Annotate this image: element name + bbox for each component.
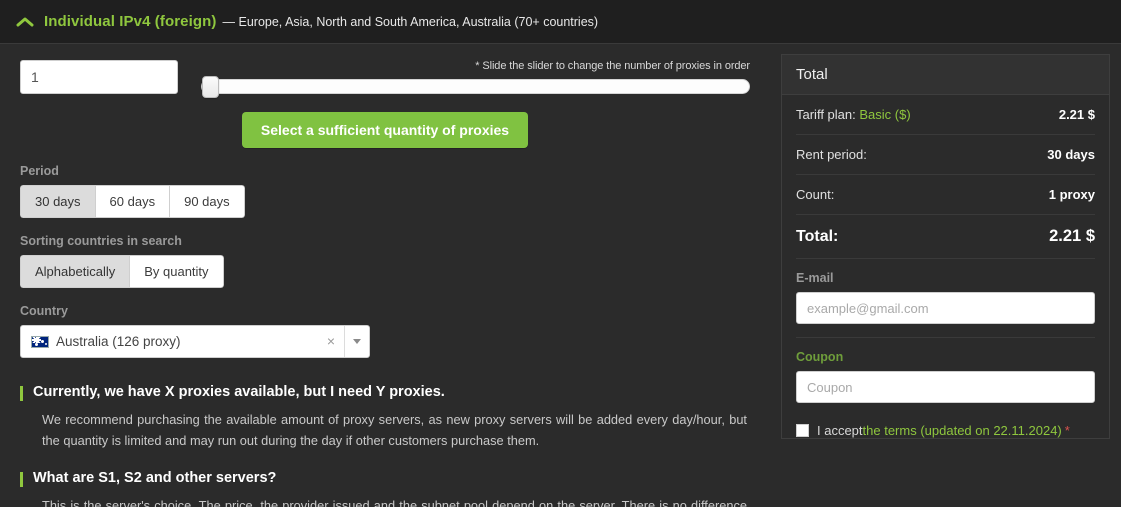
faq-answer: This is the server's choice. The price, … <box>42 498 747 507</box>
terms-prefix-text: I accept <box>817 423 863 438</box>
page-subtitle: — Europe, Asia, North and South America,… <box>222 14 599 29</box>
country-selected-value: Australia (126 proxy) <box>56 334 181 349</box>
slider-hint-text: * Slide the slider to change the number … <box>475 60 750 72</box>
rent-period-value: 30 days <box>1047 147 1095 162</box>
coupon-label: Coupon <box>796 350 844 364</box>
terms-row: I accept the terms (updated on 22.11.202… <box>796 423 1095 438</box>
terms-link[interactable]: the terms (updated on 22.11.2024) <box>863 423 1062 438</box>
sorting-section: Sorting countries in search Alphabetical… <box>0 234 770 288</box>
cta-row: Select a sufficient quantity of proxies <box>0 112 770 148</box>
tariff-plan-value-accent: Basic ($) <box>859 107 911 122</box>
order-form-column: * Slide the slider to change the number … <box>0 44 770 507</box>
country-select[interactable]: Australia (126 proxy) × <box>20 325 370 358</box>
slider-column: * Slide the slider to change the number … <box>201 60 750 98</box>
country-dropdown-caret-icon[interactable] <box>344 326 369 357</box>
total-value: 2.21 $ <box>1049 227 1095 245</box>
tariff-plan-label: Tariff plan: Basic ($) <box>796 107 911 122</box>
accept-terms-checkbox[interactable] <box>796 424 809 437</box>
product-header-bar[interactable]: Individual IPv4 (foreign) — Europe, Asia… <box>0 0 1121 44</box>
period-label: Period <box>20 164 59 178</box>
total-panel: Total Tariff plan: Basic ($) 2.21 $ Rent… <box>781 54 1110 439</box>
email-label: E-mail <box>796 271 834 285</box>
total-panel-title: Total <box>782 55 1109 95</box>
sorting-option-alphabetically[interactable]: Alphabetically <box>20 255 131 288</box>
total-panel-body: Tariff plan: Basic ($) 2.21 $ Rent perio… <box>782 95 1109 438</box>
total-label: Total: <box>796 227 839 245</box>
faq-question: Currently, we have X proxies available, … <box>20 384 750 401</box>
total-row: Total: 2.21 $ <box>796 215 1095 259</box>
rent-period-label: Rent period: <box>796 147 867 162</box>
order-page: Individual IPv4 (foreign) — Europe, Asia… <box>0 0 1121 507</box>
country-section: Country Australia (126 proxy) × <box>0 304 770 358</box>
tariff-plan-row: Tariff plan: Basic ($) 2.21 $ <box>796 95 1095 135</box>
period-option-30-days[interactable]: 30 days <box>20 185 96 218</box>
period-toggle-group[interactable]: 30 days 60 days 90 days <box>20 185 245 218</box>
count-row: Count: 1 proxy <box>796 175 1095 215</box>
faq-answer: We recommend purchasing the available am… <box>42 412 747 448</box>
divider <box>796 337 1095 338</box>
tariff-plan-price: 2.21 $ <box>1058 107 1095 122</box>
period-option-60-days[interactable]: 60 days <box>94 185 171 218</box>
quantity-slider[interactable] <box>201 76 750 98</box>
flag-australia-icon <box>31 335 49 348</box>
email-input[interactable] <box>796 292 1095 324</box>
page-title: Individual IPv4 (foreign) <box>44 13 217 30</box>
total-column: Total Tariff plan: Basic ($) 2.21 $ Rent… <box>770 44 1121 507</box>
sorting-label: Sorting countries in search <box>20 234 182 248</box>
faq-question: What are S1, S2 and other servers? <box>20 470 750 487</box>
country-label: Country <box>20 304 68 318</box>
slider-handle[interactable] <box>202 76 219 98</box>
rent-period-row: Rent period: 30 days <box>796 135 1095 175</box>
tariff-plan-label-text: Tariff plan: <box>796 107 856 122</box>
period-option-90-days[interactable]: 90 days <box>169 185 245 218</box>
chevron-up-icon[interactable] <box>14 11 36 33</box>
quantity-input[interactable] <box>20 60 178 94</box>
sorting-toggle-group[interactable]: Alphabetically By quantity <box>20 255 224 288</box>
count-label: Count: <box>796 187 835 202</box>
sorting-option-by-quantity[interactable]: By quantity <box>129 255 224 288</box>
coupon-input[interactable] <box>796 371 1095 403</box>
faq-item: What are S1, S2 and other servers? This … <box>20 470 750 507</box>
faq-item: Currently, we have X proxies available, … <box>20 384 750 451</box>
count-value: 1 proxy <box>1048 187 1095 202</box>
required-mark: * <box>1064 423 1070 438</box>
page-body: * Slide the slider to change the number … <box>0 44 1121 507</box>
clear-country-icon[interactable]: × <box>318 326 344 357</box>
faq-section: Currently, we have X proxies available, … <box>0 384 770 507</box>
select-quantity-button[interactable]: Select a sufficient quantity of proxies <box>241 112 529 148</box>
period-section: Period 30 days 60 days 90 days <box>0 164 770 218</box>
quantity-row: * Slide the slider to change the number … <box>0 44 770 98</box>
